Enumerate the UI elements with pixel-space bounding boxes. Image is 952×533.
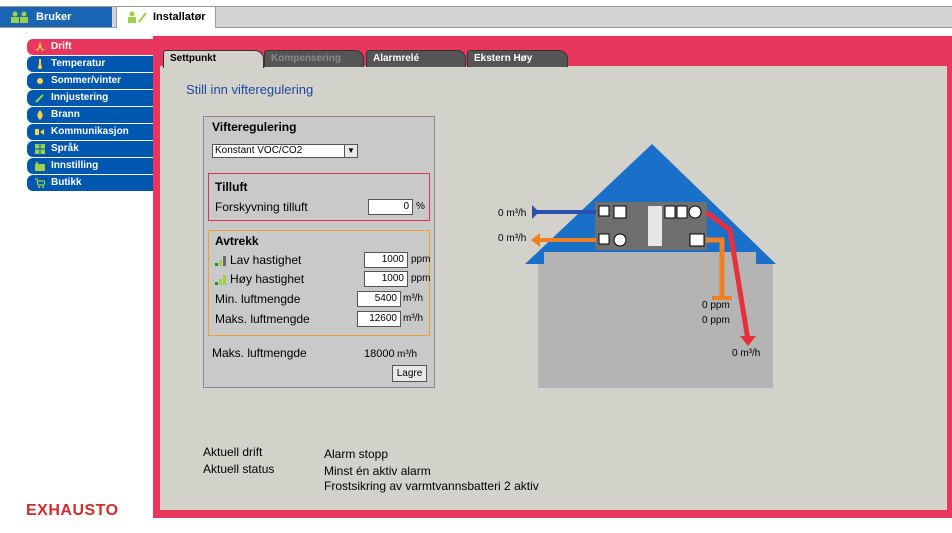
high-speed-label: Høy hastighet bbox=[230, 272, 305, 286]
fan-icon bbox=[35, 42, 45, 51]
nav-label: Temperatur bbox=[51, 58, 106, 69]
tab-ekstern-hoy[interactable]: Ekstern Høy bbox=[467, 50, 568, 67]
sun-icon bbox=[37, 78, 43, 84]
nav-item-butikk[interactable]: Butikk bbox=[27, 175, 154, 191]
nav-label: Butikk bbox=[51, 177, 82, 188]
settings-icon bbox=[35, 162, 45, 171]
high-speed-unit: ppm bbox=[411, 273, 431, 284]
box-title: Vifteregulering bbox=[212, 120, 297, 134]
chevron-down-icon: ▼ bbox=[344, 145, 357, 157]
min-airflow-unit: m³/h bbox=[403, 293, 423, 304]
supply-out-flow: 0 m³/h bbox=[732, 348, 761, 359]
low-speed-input[interactable]: 1000 bbox=[364, 252, 408, 268]
nav-item-temperatur[interactable]: Temperatur bbox=[27, 56, 154, 72]
fire-icon bbox=[37, 110, 43, 120]
tab-installator[interactable]: Installatør bbox=[116, 6, 216, 28]
nav-label: Kommunikasjon bbox=[51, 126, 129, 137]
nav-label: Sommer/vinter bbox=[51, 75, 122, 86]
min-airflow-label: Min. luftmengde bbox=[215, 292, 301, 306]
total-max-airflow-value: 18000 bbox=[364, 348, 395, 360]
nav-label: Språk bbox=[51, 143, 79, 154]
tilluft-title: Tilluft bbox=[215, 180, 248, 194]
language-icon bbox=[35, 144, 45, 154]
nav-label: Brann bbox=[51, 109, 80, 120]
tab-alarmrele-label: Alarmrelé bbox=[373, 53, 420, 64]
current-status-label: Aktuell status bbox=[203, 462, 275, 476]
avtrekk-title: Avtrekk bbox=[215, 234, 259, 248]
nav-item-brann[interactable]: Brann bbox=[27, 107, 154, 123]
sidebar-nav: Drift Temperatur Sommer/vinter Innjuster… bbox=[27, 39, 154, 192]
supply-in-flow: 0 m³/h bbox=[498, 208, 527, 219]
tab-bruker-label: Bruker bbox=[36, 11, 72, 23]
users-icon bbox=[11, 11, 28, 23]
total-max-airflow-unit: m³/h bbox=[397, 349, 417, 360]
current-operation-label: Aktuell drift bbox=[203, 445, 263, 459]
save-button[interactable]: Lagre bbox=[392, 365, 427, 382]
tab-settpunkt[interactable]: Settpunkt bbox=[163, 50, 264, 68]
nav-label: Innstilling bbox=[51, 160, 99, 171]
nav-item-innstilling[interactable]: Innstilling bbox=[27, 158, 154, 174]
total-max-airflow-label: Maks. luftmengde bbox=[212, 346, 307, 360]
nav-label: Innjustering bbox=[51, 92, 109, 103]
low-speed-icon bbox=[215, 256, 226, 266]
cart-icon bbox=[35, 178, 45, 188]
tab-installator-label: Installatør bbox=[153, 11, 206, 23]
nav-item-drift[interactable]: Drift bbox=[27, 39, 154, 55]
offset-unit: % bbox=[416, 201, 425, 212]
offset-input[interactable]: 0 bbox=[368, 199, 413, 215]
fan-control-box: Vifteregulering Konstant VOC/CO2 ▼ Tillu… bbox=[203, 116, 435, 388]
heat-exchanger bbox=[648, 206, 662, 246]
avtrekk-group: Avtrekk Lav hastighet 1000 ppm Høy hasti… bbox=[208, 230, 430, 336]
select-value: Konstant VOC/CO2 bbox=[215, 145, 303, 156]
tab-kompensering[interactable]: Kompensering bbox=[264, 50, 364, 67]
nav-item-sprak[interactable]: Språk bbox=[27, 141, 154, 157]
max-airflow-unit: m³/h bbox=[403, 313, 423, 324]
nav-label: Drift bbox=[51, 41, 72, 52]
ppm-reading-2: 0 ppm bbox=[702, 315, 730, 326]
low-speed-unit: ppm bbox=[411, 254, 431, 265]
high-speed-icon bbox=[215, 275, 226, 285]
current-status-line2: Frostsikring av varmtvannsbatteri 2 akti… bbox=[324, 479, 539, 493]
current-operation-value: Alarm stopp bbox=[324, 447, 389, 461]
min-airflow-input[interactable]: 5400 bbox=[357, 291, 401, 307]
fan-mode-select[interactable]: Konstant VOC/CO2 ▼ bbox=[212, 144, 358, 158]
extract-out-flow: 0 m³/h bbox=[498, 233, 527, 244]
high-speed-input[interactable]: 1000 bbox=[364, 271, 408, 287]
nav-item-sommer-vinter[interactable]: Sommer/vinter bbox=[27, 73, 154, 89]
page-title: Still inn vifteregulering bbox=[186, 82, 314, 97]
tab-ekstern-hoy-label: Ekstern Høy bbox=[474, 53, 533, 64]
nav-item-kommunikasjon[interactable]: Kommunikasjon bbox=[27, 124, 154, 140]
tab-alarmrele[interactable]: Alarmrelé bbox=[366, 50, 466, 67]
tilluft-group: Tilluft Forskyvning tilluft 0 % bbox=[208, 173, 430, 221]
ventilation-diagram: 0 m³/h 0 m³/h 0 ppm 0 ppm 0 m³/h bbox=[490, 140, 790, 390]
nav-item-innjustering[interactable]: Innjustering bbox=[27, 90, 154, 106]
app-window: Bruker Installatør Drift Temperatur Somm… bbox=[0, 0, 952, 533]
current-status-line1: Minst én aktiv alarm bbox=[324, 464, 431, 478]
tab-kompensering-label: Kompensering bbox=[271, 53, 342, 64]
thermometer-icon bbox=[38, 59, 42, 69]
top-tab-bar: Bruker Installatør bbox=[0, 0, 952, 28]
tab-bruker[interactable]: Bruker bbox=[0, 7, 112, 27]
wrench-icon bbox=[35, 94, 44, 103]
max-airflow-label: Maks. luftmengde bbox=[215, 312, 310, 326]
installer-icon bbox=[128, 11, 147, 23]
low-speed-label: Lav hastighet bbox=[230, 253, 302, 267]
offset-label: Forskyvning tilluft bbox=[215, 200, 308, 214]
max-airflow-input[interactable]: 12600 bbox=[357, 311, 401, 327]
tab-settpunkt-label: Settpunkt bbox=[170, 53, 217, 64]
ppm-reading-1: 0 ppm bbox=[702, 300, 730, 311]
communication-icon bbox=[35, 129, 44, 135]
exhausto-logo: EXHAUSTO bbox=[26, 502, 119, 519]
